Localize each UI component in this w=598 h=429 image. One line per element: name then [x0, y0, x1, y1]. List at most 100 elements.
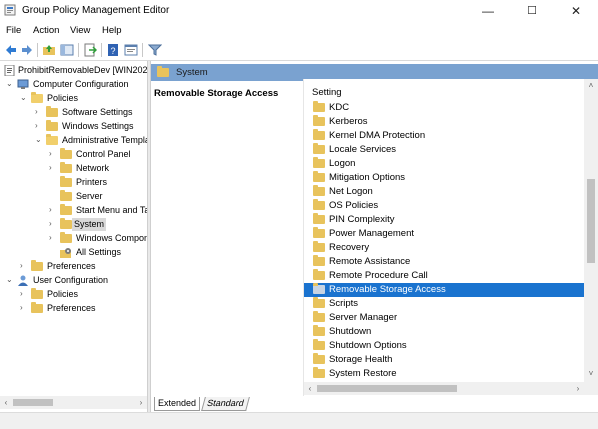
- list-item[interactable]: Remote Procedure Call: [304, 269, 585, 283]
- tree-label: Printers: [76, 177, 108, 187]
- show-hide-tree-icon[interactable]: [60, 43, 74, 57]
- tree-label-selected: System: [72, 218, 107, 231]
- filter-icon[interactable]: [148, 43, 162, 57]
- tree-label: Software Settings: [62, 107, 133, 117]
- tree-node-preferences[interactable]: › Preferences: [0, 260, 147, 273]
- list-item[interactable]: Shutdown Options: [304, 339, 585, 353]
- list-item[interactable]: Kernel DMA Protection: [304, 129, 585, 143]
- folder-icon: [313, 227, 325, 238]
- scroll-left-arrow-icon[interactable]: ‹: [0, 396, 12, 409]
- list-item-label: OS Policies: [329, 200, 379, 211]
- back-arrow-icon[interactable]: [4, 43, 18, 57]
- tree-node-all-settings[interactable]: All Settings: [0, 246, 147, 259]
- list-item[interactable]: KDC: [304, 101, 585, 115]
- list-item[interactable]: Scripts: [304, 297, 585, 311]
- list-item[interactable]: Mitigation Options: [304, 171, 585, 185]
- expand-chevron-icon[interactable]: ›: [35, 122, 41, 130]
- expand-chevron-icon[interactable]: ›: [49, 206, 55, 214]
- scroll-right-arrow-icon[interactable]: ›: [572, 382, 584, 395]
- forward-arrow-icon[interactable]: [20, 43, 34, 57]
- column-header-setting[interactable]: Setting: [312, 87, 342, 98]
- list-item[interactable]: Remote Assistance: [304, 255, 585, 269]
- expand-chevron-icon[interactable]: ›: [20, 262, 26, 270]
- tab-standard[interactable]: Standard: [201, 397, 250, 411]
- scroll-down-arrow-icon[interactable]: ˅: [585, 367, 597, 380]
- menu-help[interactable]: Help: [102, 25, 122, 36]
- list-item[interactable]: Power Management: [304, 227, 585, 241]
- expand-chevron-icon[interactable]: ›: [49, 164, 55, 172]
- list-item[interactable]: Storage Health: [304, 353, 585, 367]
- help-icon[interactable]: ?: [106, 43, 120, 57]
- list-vertical-scrollbar[interactable]: ˄ ˅: [584, 79, 598, 382]
- tree-node-policies[interactable]: ⌄ Policies: [0, 92, 147, 105]
- list-item[interactable]: Recovery: [304, 241, 585, 255]
- tree-node-root[interactable]: ProhibitRemovableDev [WIN2022: [0, 64, 147, 77]
- close-button[interactable]: ✕: [554, 0, 598, 22]
- list-item-selected[interactable]: Removable Storage Access: [304, 283, 585, 297]
- list-item[interactable]: Shutdown: [304, 325, 585, 339]
- minimize-button[interactable]: —: [466, 0, 510, 22]
- collapse-chevron-icon[interactable]: ⌄: [35, 136, 42, 144]
- expand-chevron-icon[interactable]: ›: [49, 234, 55, 242]
- scroll-right-arrow-icon[interactable]: ›: [135, 396, 147, 409]
- collapse-chevron-icon[interactable]: ⌄: [6, 276, 13, 284]
- list-item[interactable]: Locale Services: [304, 143, 585, 157]
- folder-icon: [313, 297, 325, 308]
- tree-node-software-settings[interactable]: › Software Settings: [0, 106, 147, 119]
- tree-node-user-preferences[interactable]: › Preferences: [0, 302, 147, 315]
- list-item[interactable]: Net Logon: [304, 185, 585, 199]
- tree-node-start-menu[interactable]: › Start Menu and Taskbar: [0, 204, 147, 217]
- scroll-thumb[interactable]: [587, 179, 595, 263]
- export-list-icon[interactable]: [83, 43, 97, 57]
- expand-chevron-icon[interactable]: ›: [49, 150, 55, 158]
- menu-view[interactable]: View: [70, 25, 90, 36]
- menu-action[interactable]: Action: [33, 25, 59, 36]
- tree-node-windows-settings[interactable]: › Windows Settings: [0, 120, 147, 133]
- folder-icon: [313, 311, 325, 322]
- tree-node-user-configuration[interactable]: ⌄ User Configuration: [0, 274, 147, 287]
- menu-file[interactable]: File: [6, 25, 21, 36]
- list-item[interactable]: Kerberos: [304, 115, 585, 129]
- tree-node-printers[interactable]: Printers: [0, 176, 147, 189]
- expand-chevron-icon[interactable]: ›: [20, 290, 26, 298]
- tree-label: All Settings: [76, 247, 122, 257]
- tree-label: Administrative Templates: [62, 135, 147, 145]
- list-item[interactable]: System Restore: [304, 367, 585, 381]
- collapse-chevron-icon[interactable]: ⌄: [6, 80, 13, 88]
- scroll-up-arrow-icon[interactable]: ˄: [585, 79, 597, 92]
- tree-node-server[interactable]: Server: [0, 190, 147, 203]
- expand-chevron-icon[interactable]: ›: [20, 304, 26, 312]
- collapse-chevron-icon[interactable]: ⌄: [20, 94, 27, 102]
- list-horizontal-scrollbar[interactable]: ‹ ›: [304, 382, 598, 395]
- maximize-button[interactable]: ☐: [510, 0, 554, 22]
- computer-icon: [17, 79, 29, 89]
- tree-node-system[interactable]: › System: [0, 218, 147, 231]
- tab-extended[interactable]: Extended: [154, 397, 201, 411]
- tree-node-computer-configuration[interactable]: ⌄ Computer Configuration: [0, 78, 147, 91]
- expand-chevron-icon[interactable]: ›: [35, 108, 41, 116]
- scroll-thumb[interactable]: [317, 385, 457, 392]
- list-item[interactable]: OS Policies: [304, 199, 585, 213]
- expand-chevron-icon[interactable]: ›: [49, 220, 55, 228]
- list-item[interactable]: Logon: [304, 157, 585, 171]
- toolbar-divider: [101, 43, 102, 57]
- tree-node-windows-components[interactable]: › Windows Components: [0, 232, 147, 245]
- tree-node-control-panel[interactable]: › Control Panel: [0, 148, 147, 161]
- list-item-label: Kerberos: [329, 116, 368, 127]
- up-folder-icon[interactable]: [42, 43, 56, 57]
- properties-icon[interactable]: [124, 43, 138, 57]
- tree-node-user-policies[interactable]: › Policies: [0, 288, 147, 301]
- tree-node-administrative-templates[interactable]: ⌄ Administrative Templates: [0, 134, 147, 147]
- tree-node-network[interactable]: › Network: [0, 162, 147, 175]
- list-item-label: Mitigation Options: [329, 172, 406, 183]
- list-item[interactable]: PIN Complexity: [304, 213, 585, 227]
- tree-label: Windows Settings: [62, 121, 134, 131]
- list-item-label: Server Manager: [329, 312, 398, 323]
- user-icon: [18, 275, 28, 286]
- tree-label: Preferences: [47, 303, 96, 313]
- scroll-thumb[interactable]: [13, 399, 53, 406]
- tree-horizontal-scrollbar[interactable]: ‹ ›: [0, 396, 147, 409]
- list-item[interactable]: Server Manager: [304, 311, 585, 325]
- view-tabs: Extended Standard: [151, 396, 598, 412]
- scroll-left-arrow-icon[interactable]: ‹: [304, 382, 316, 395]
